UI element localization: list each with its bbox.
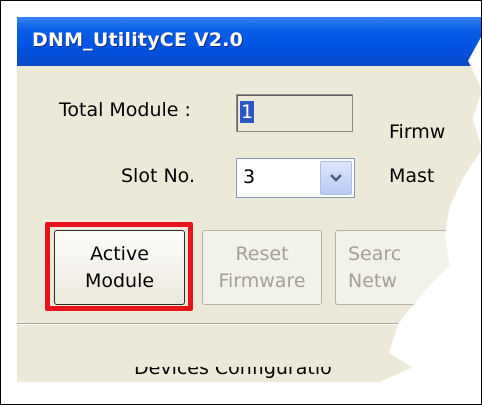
slot-no-value: 3 (243, 166, 256, 188)
firmware-label: Firmw (389, 121, 446, 143)
devices-configuration-label: Devices Configuratio (134, 357, 332, 379)
reset-firmware-line2: Firmware (218, 269, 306, 292)
slot-no-label: Slot No. (121, 165, 195, 187)
total-module-label: Total Module : (59, 99, 191, 121)
search-network-button[interactable]: Searc Netw (335, 230, 455, 305)
master-label: Mast (389, 165, 435, 187)
title-bar: DNM_UtilityCE V2.0 (17, 17, 481, 66)
slot-no-select[interactable]: 3 (236, 158, 355, 198)
reset-firmware-button[interactable]: Reset Firmware (202, 230, 322, 305)
app-window: DNM_UtilityCE V2.0 Total Module : 1 Firm… (17, 17, 481, 382)
window-title: DNM_UtilityCE V2.0 (32, 29, 244, 51)
screenshot-frame: DNM_UtilityCE V2.0 Total Module : 1 Firm… (0, 0, 482, 405)
chevron-down-icon (330, 174, 342, 182)
total-module-field[interactable]: 1 (236, 94, 353, 132)
search-network-line1: Searc (348, 242, 402, 265)
total-module-value: 1 (240, 101, 255, 123)
highlight-box (45, 222, 193, 311)
search-network-line2: Netw (348, 269, 397, 292)
reset-firmware-line1: Reset (235, 242, 289, 265)
divider-highlight (17, 324, 481, 325)
dropdown-button[interactable] (320, 161, 352, 195)
